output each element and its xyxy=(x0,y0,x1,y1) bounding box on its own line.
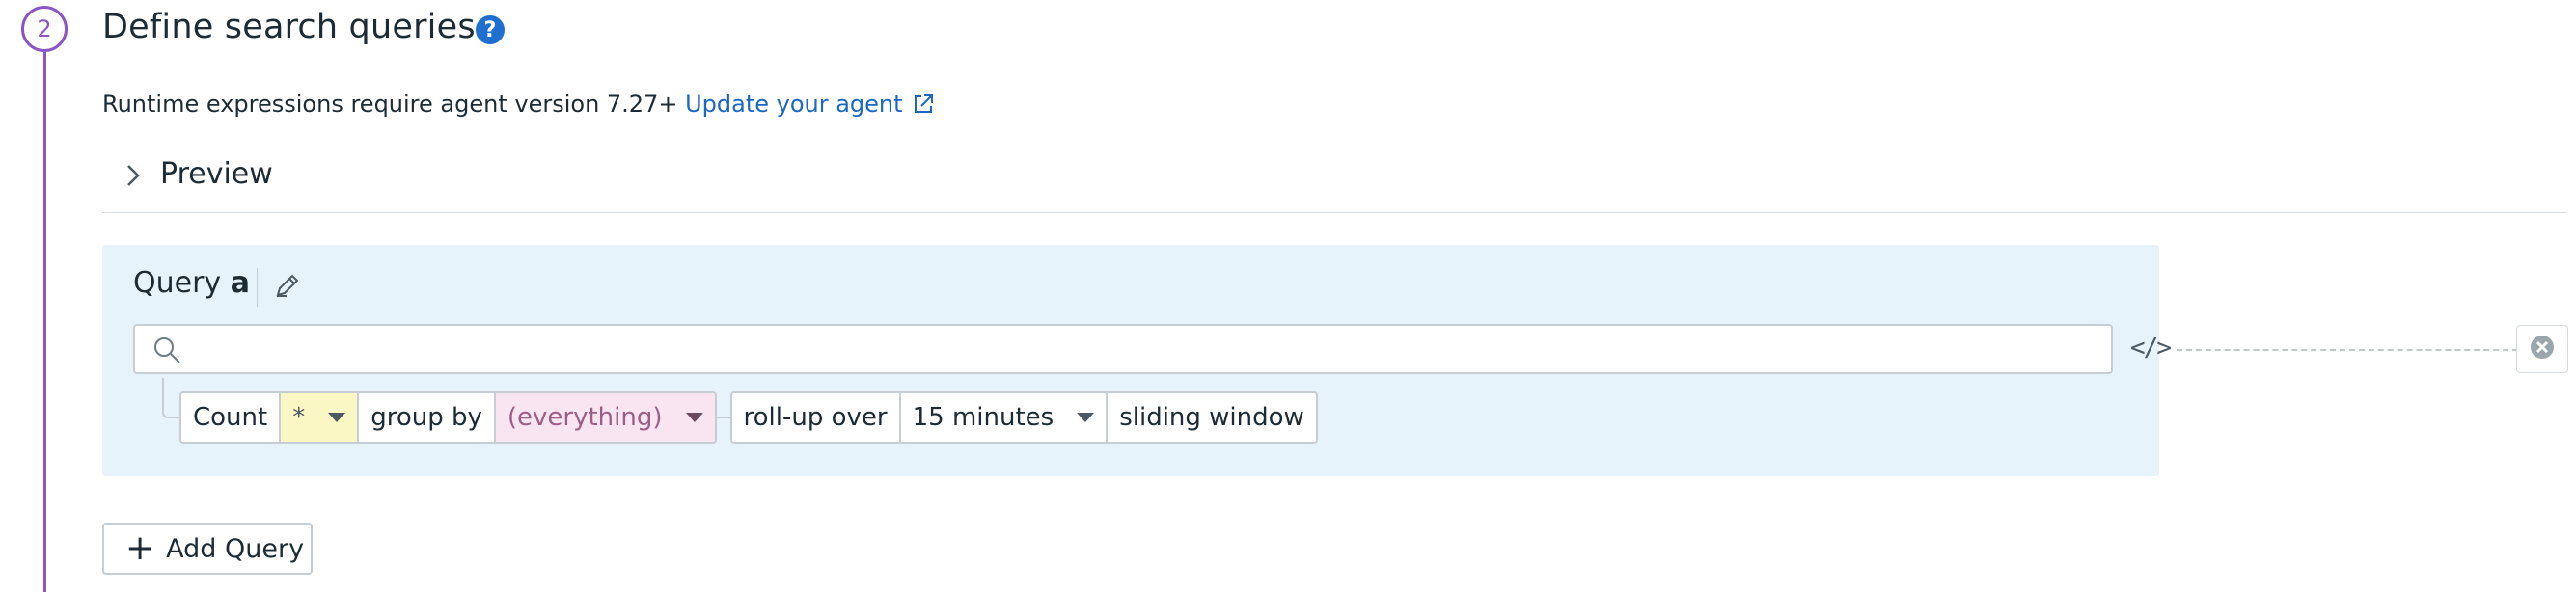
dashed-connector xyxy=(2177,349,2518,351)
group-by-label: group by xyxy=(357,391,496,444)
step-line xyxy=(43,52,46,592)
update-agent-link[interactable]: Update your agent xyxy=(685,91,933,118)
code-icon[interactable]: </> xyxy=(2130,334,2172,363)
pencil-icon[interactable] xyxy=(274,272,301,303)
query-search-field[interactable] xyxy=(133,324,2113,374)
update-agent-link-label: Update your agent xyxy=(685,91,903,118)
query-builder-chips: Count * group by (everything) roll-up ov… xyxy=(179,391,1318,444)
help-icon[interactable]: ? xyxy=(476,15,505,44)
preview-label: Preview xyxy=(160,157,273,191)
title-divider xyxy=(257,268,258,307)
preview-toggle[interactable]: Preview xyxy=(102,156,2567,213)
caret-down-icon xyxy=(685,413,703,422)
external-link-icon xyxy=(913,94,934,121)
query-panel: Query a Count * group by (everything) ro… xyxy=(102,245,2159,476)
search-icon xyxy=(152,336,181,368)
query-letter: a xyxy=(230,266,250,300)
query-title: Query a xyxy=(133,266,250,300)
plus-icon: + xyxy=(125,528,155,568)
add-query-button[interactable]: + Add Query xyxy=(102,523,313,575)
query-search-input[interactable] xyxy=(195,332,2090,368)
query-title-prefix: Query xyxy=(133,266,231,300)
runtime-notice: Runtime expressions require agent versio… xyxy=(102,91,934,121)
remove-query-button[interactable] xyxy=(2516,325,2568,373)
group-by-value: (everything) xyxy=(507,403,663,432)
window-label[interactable]: sliding window xyxy=(1106,391,1318,444)
aggregation-chip[interactable]: Count xyxy=(179,391,282,444)
step-number: 2 xyxy=(21,6,68,52)
page-title: Define search queries xyxy=(102,8,476,46)
group-by-select[interactable]: (everything) xyxy=(493,391,717,444)
measure-value: * xyxy=(292,403,306,432)
runtime-notice-text: Runtime expressions require agent versio… xyxy=(102,91,686,118)
caret-down-icon xyxy=(328,413,346,422)
rollup-value: 15 minutes xyxy=(912,403,1055,432)
rollup-select[interactable]: 15 minutes xyxy=(898,391,1109,444)
chip-connector xyxy=(716,417,730,418)
chevron-right-icon xyxy=(125,162,141,193)
caret-down-icon xyxy=(1077,413,1095,422)
measure-select[interactable]: * xyxy=(279,391,360,444)
remove-icon xyxy=(2529,334,2556,364)
add-query-label: Add Query xyxy=(166,533,305,564)
tree-connector xyxy=(162,378,181,418)
rollup-label: roll-up over xyxy=(729,391,901,444)
